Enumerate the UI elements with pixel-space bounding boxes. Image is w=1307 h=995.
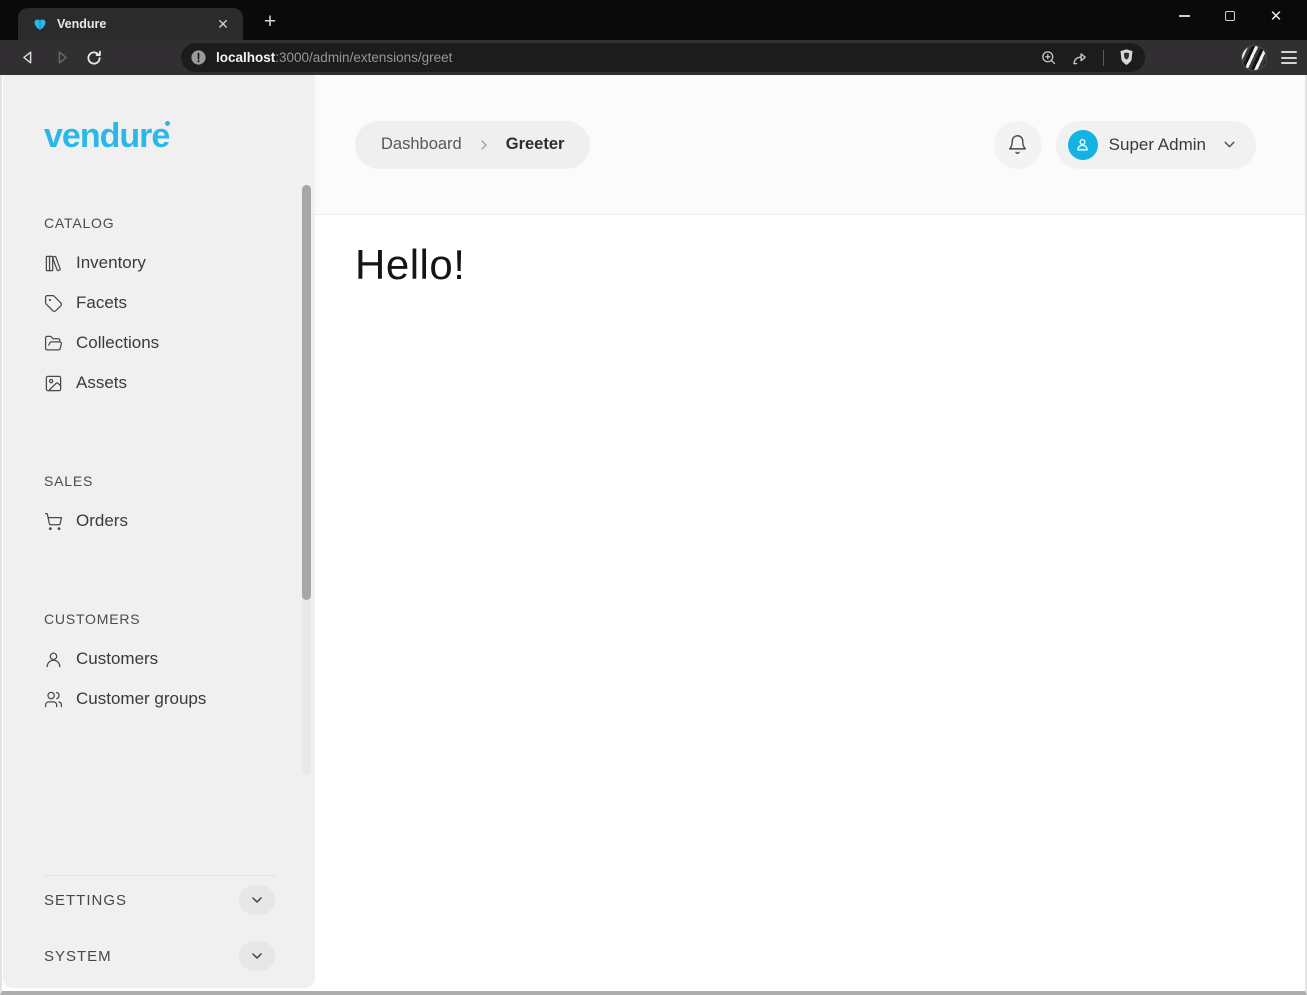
profile-avatar[interactable] bbox=[1241, 45, 1267, 71]
logo-dot bbox=[165, 121, 170, 126]
browser-navbar: localhost:3000/admin/extensions/greet bbox=[0, 40, 1307, 75]
zoom-icon[interactable] bbox=[1040, 49, 1057, 66]
sidebar-item-assets[interactable]: Assets bbox=[44, 363, 315, 403]
sidebar-item-inventory[interactable]: Inventory bbox=[44, 243, 315, 283]
sidebar-scrollbar[interactable] bbox=[302, 185, 311, 775]
sidebar-item-collections[interactable]: Collections bbox=[44, 323, 315, 363]
user-icon bbox=[44, 650, 63, 669]
system-label: SYSTEM bbox=[44, 948, 112, 965]
section-label-catalog: CATALOG bbox=[44, 213, 315, 233]
url-path: :3000/admin/extensions/greet bbox=[275, 50, 452, 65]
chevron-down-icon bbox=[1221, 136, 1238, 153]
sidebar-item-label: Collections bbox=[76, 333, 159, 353]
tag-icon bbox=[44, 294, 63, 313]
nav-section-customers: CUSTOMERS Customers Customer groups bbox=[44, 609, 315, 719]
sidebar-item-facets[interactable]: Facets bbox=[44, 283, 315, 323]
maximize-button[interactable] bbox=[1207, 1, 1253, 31]
separator bbox=[1103, 50, 1104, 66]
forward-button[interactable] bbox=[47, 45, 75, 71]
section-label-customers: CUSTOMERS bbox=[44, 609, 315, 629]
browser-titlebar: Vendure ✕ + ✕ bbox=[0, 0, 1307, 40]
user-name: Super Admin bbox=[1109, 135, 1206, 155]
minimize-button[interactable] bbox=[1161, 1, 1207, 31]
maximize-icon bbox=[1225, 11, 1235, 21]
url-text: localhost:3000/admin/extensions/greet bbox=[216, 50, 1040, 65]
vendure-heart-icon bbox=[32, 16, 48, 32]
chevron-down-icon bbox=[249, 948, 265, 964]
address-bar-actions bbox=[1040, 48, 1135, 67]
main-area: Dashboard Greeter Super Admin bbox=[315, 75, 1305, 991]
sidebar-item-customers[interactable]: Customers bbox=[44, 639, 315, 679]
breadcrumb: Dashboard Greeter bbox=[355, 121, 590, 169]
back-button[interactable] bbox=[14, 45, 42, 71]
page-heading: Hello! bbox=[355, 241, 1305, 289]
library-icon bbox=[44, 254, 63, 273]
main-header: Dashboard Greeter Super Admin bbox=[315, 75, 1305, 215]
reload-icon bbox=[85, 49, 103, 67]
sidebar-item-customer-groups[interactable]: Customer groups bbox=[44, 679, 315, 719]
menu-icon[interactable] bbox=[1281, 51, 1297, 64]
forward-icon bbox=[53, 49, 70, 66]
user-menu[interactable]: Super Admin bbox=[1056, 121, 1256, 169]
sidebar-item-label: Facets bbox=[76, 293, 127, 313]
section-label-sales: SALES bbox=[44, 471, 315, 491]
shopping-cart-icon bbox=[44, 512, 63, 531]
browser-tab[interactable]: Vendure ✕ bbox=[18, 8, 243, 40]
close-window-button[interactable]: ✕ bbox=[1253, 1, 1299, 31]
page-content: Hello! bbox=[315, 215, 1305, 991]
browser-window: Vendure ✕ + ✕ localhost:3000/admin/exten… bbox=[0, 0, 1307, 995]
system-expand-button[interactable] bbox=[239, 941, 275, 971]
sidebar-item-label: Assets bbox=[76, 373, 127, 393]
folder-open-icon bbox=[44, 334, 63, 353]
sidebar-section-system[interactable]: SYSTEM bbox=[44, 932, 275, 980]
header-actions: Super Admin bbox=[994, 121, 1256, 169]
tab-title: Vendure bbox=[57, 17, 213, 31]
notifications-button[interactable] bbox=[994, 121, 1042, 169]
scrollbar-thumb[interactable] bbox=[302, 185, 311, 600]
back-icon bbox=[20, 49, 37, 66]
vendure-admin-app: vendure CATALOG Inventory Facets Col bbox=[0, 75, 1307, 995]
close-icon: ✕ bbox=[1270, 7, 1283, 25]
user-icon bbox=[1074, 136, 1091, 153]
tab-close-icon[interactable]: ✕ bbox=[213, 14, 233, 34]
sidebar-nav: CATALOG Inventory Facets Collections bbox=[44, 213, 315, 787]
avatar bbox=[1068, 130, 1098, 160]
image-icon bbox=[44, 374, 63, 393]
address-bar[interactable]: localhost:3000/admin/extensions/greet bbox=[181, 43, 1145, 72]
sidebar-item-orders[interactable]: Orders bbox=[44, 501, 315, 541]
users-icon bbox=[44, 690, 63, 709]
sidebar: vendure CATALOG Inventory Facets Col bbox=[3, 75, 315, 988]
chevron-right-icon bbox=[476, 137, 492, 153]
site-info-icon[interactable] bbox=[190, 49, 207, 66]
sidebar-item-label: Inventory bbox=[76, 253, 146, 273]
vendure-logo[interactable]: vendure bbox=[44, 118, 169, 154]
window-controls: ✕ bbox=[1161, 0, 1299, 32]
settings-label: SETTINGS bbox=[44, 892, 127, 909]
sidebar-item-label: Customer groups bbox=[76, 689, 206, 709]
settings-expand-button[interactable] bbox=[239, 885, 275, 915]
nav-section-catalog: CATALOG Inventory Facets Collections bbox=[44, 213, 315, 403]
breadcrumb-dashboard[interactable]: Dashboard bbox=[381, 135, 462, 154]
bell-icon bbox=[1007, 134, 1028, 155]
sidebar-item-label: Orders bbox=[76, 511, 128, 531]
chevron-down-icon bbox=[249, 892, 265, 908]
new-tab-button[interactable]: + bbox=[257, 9, 283, 35]
breadcrumb-current: Greeter bbox=[506, 135, 565, 154]
reload-button[interactable] bbox=[80, 45, 108, 71]
url-host: localhost bbox=[216, 50, 275, 65]
share-icon[interactable] bbox=[1071, 49, 1089, 67]
minimize-icon bbox=[1179, 15, 1190, 17]
sidebar-item-label: Customers bbox=[76, 649, 158, 669]
sidebar-section-settings[interactable]: SETTINGS bbox=[44, 876, 275, 924]
brave-shield-icon[interactable] bbox=[1118, 48, 1135, 67]
nav-section-sales: SALES Orders bbox=[44, 471, 315, 541]
